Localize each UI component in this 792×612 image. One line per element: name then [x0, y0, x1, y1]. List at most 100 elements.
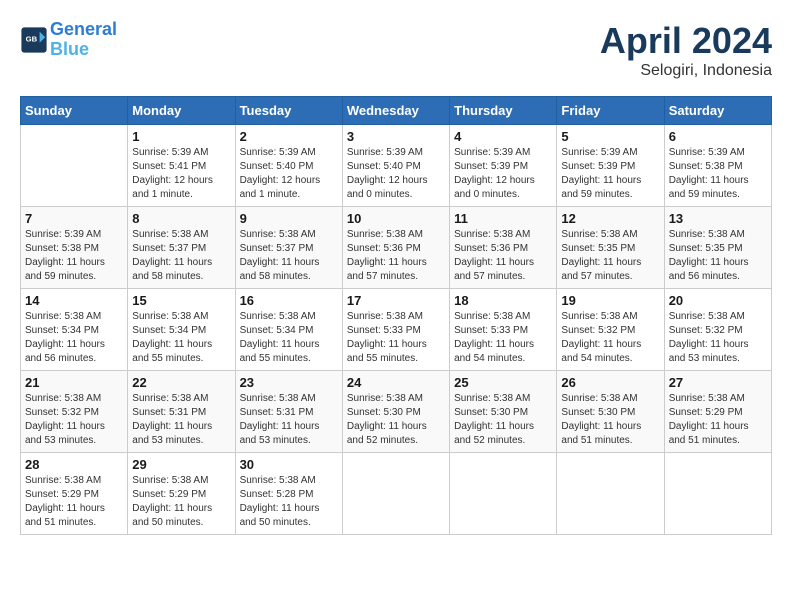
calendar-cell: 5 Sunrise: 5:39 AMSunset: 5:39 PMDayligh… — [557, 125, 664, 207]
day-info: Sunrise: 5:38 AMSunset: 5:37 PMDaylight:… — [132, 228, 230, 284]
calendar-cell: 27 Sunrise: 5:38 AMSunset: 5:29 PMDaylig… — [664, 371, 771, 453]
calendar-cell: 8 Sunrise: 5:38 AMSunset: 5:37 PMDayligh… — [128, 207, 235, 289]
day-number: 20 — [669, 293, 767, 308]
calendar-cell: 17 Sunrise: 5:38 AMSunset: 5:33 PMDaylig… — [342, 289, 449, 371]
day-info: Sunrise: 5:38 AMSunset: 5:34 PMDaylight:… — [240, 310, 338, 366]
weekday-header-wednesday: Wednesday — [342, 97, 449, 125]
day-info: Sunrise: 5:38 AMSunset: 5:29 PMDaylight:… — [25, 474, 123, 530]
day-info: Sunrise: 5:38 AMSunset: 5:35 PMDaylight:… — [561, 228, 659, 284]
day-number: 14 — [25, 293, 123, 308]
calendar-cell: 12 Sunrise: 5:38 AMSunset: 5:35 PMDaylig… — [557, 207, 664, 289]
weekday-header-row: SundayMondayTuesdayWednesdayThursdayFrid… — [21, 97, 772, 125]
calendar-cell: 6 Sunrise: 5:39 AMSunset: 5:38 PMDayligh… — [664, 125, 771, 207]
day-info: Sunrise: 5:39 AMSunset: 5:40 PMDaylight:… — [240, 146, 338, 202]
day-info: Sunrise: 5:39 AMSunset: 5:38 PMDaylight:… — [25, 228, 123, 284]
day-number: 25 — [454, 375, 552, 390]
calendar-cell: 2 Sunrise: 5:39 AMSunset: 5:40 PMDayligh… — [235, 125, 342, 207]
calendar-cell: 18 Sunrise: 5:38 AMSunset: 5:33 PMDaylig… — [450, 289, 557, 371]
day-number: 9 — [240, 211, 338, 226]
day-info: Sunrise: 5:38 AMSunset: 5:30 PMDaylight:… — [347, 392, 445, 448]
day-info: Sunrise: 5:39 AMSunset: 5:39 PMDaylight:… — [454, 146, 552, 202]
weekday-header-saturday: Saturday — [664, 97, 771, 125]
calendar-header: SundayMondayTuesdayWednesdayThursdayFrid… — [21, 97, 772, 125]
calendar-cell: 24 Sunrise: 5:38 AMSunset: 5:30 PMDaylig… — [342, 371, 449, 453]
day-info: Sunrise: 5:38 AMSunset: 5:32 PMDaylight:… — [25, 392, 123, 448]
day-info: Sunrise: 5:38 AMSunset: 5:32 PMDaylight:… — [561, 310, 659, 366]
week-row-3: 21 Sunrise: 5:38 AMSunset: 5:32 PMDaylig… — [21, 371, 772, 453]
logo-icon: GB — [20, 26, 48, 54]
calendar-cell: 23 Sunrise: 5:38 AMSunset: 5:31 PMDaylig… — [235, 371, 342, 453]
calendar-cell: 16 Sunrise: 5:38 AMSunset: 5:34 PMDaylig… — [235, 289, 342, 371]
day-number: 2 — [240, 129, 338, 144]
day-number: 27 — [669, 375, 767, 390]
day-number: 24 — [347, 375, 445, 390]
calendar-cell: 25 Sunrise: 5:38 AMSunset: 5:30 PMDaylig… — [450, 371, 557, 453]
weekday-header-thursday: Thursday — [450, 97, 557, 125]
day-info: Sunrise: 5:38 AMSunset: 5:29 PMDaylight:… — [132, 474, 230, 530]
calendar-cell: 21 Sunrise: 5:38 AMSunset: 5:32 PMDaylig… — [21, 371, 128, 453]
day-info: Sunrise: 5:38 AMSunset: 5:31 PMDaylight:… — [132, 392, 230, 448]
day-info: Sunrise: 5:38 AMSunset: 5:32 PMDaylight:… — [669, 310, 767, 366]
day-number: 22 — [132, 375, 230, 390]
week-row-0: 1 Sunrise: 5:39 AMSunset: 5:41 PMDayligh… — [21, 125, 772, 207]
logo: GB GeneralBlue — [20, 20, 117, 60]
calendar-cell: 13 Sunrise: 5:38 AMSunset: 5:35 PMDaylig… — [664, 207, 771, 289]
day-info: Sunrise: 5:38 AMSunset: 5:37 PMDaylight:… — [240, 228, 338, 284]
day-info: Sunrise: 5:38 AMSunset: 5:30 PMDaylight:… — [561, 392, 659, 448]
day-number: 5 — [561, 129, 659, 144]
calendar-cell: 7 Sunrise: 5:39 AMSunset: 5:38 PMDayligh… — [21, 207, 128, 289]
week-row-2: 14 Sunrise: 5:38 AMSunset: 5:34 PMDaylig… — [21, 289, 772, 371]
week-row-1: 7 Sunrise: 5:39 AMSunset: 5:38 PMDayligh… — [21, 207, 772, 289]
day-number: 19 — [561, 293, 659, 308]
day-number: 16 — [240, 293, 338, 308]
day-info: Sunrise: 5:38 AMSunset: 5:34 PMDaylight:… — [25, 310, 123, 366]
calendar-body: 1 Sunrise: 5:39 AMSunset: 5:41 PMDayligh… — [21, 125, 772, 535]
day-info: Sunrise: 5:39 AMSunset: 5:39 PMDaylight:… — [561, 146, 659, 202]
day-info: Sunrise: 5:38 AMSunset: 5:30 PMDaylight:… — [454, 392, 552, 448]
calendar-cell: 10 Sunrise: 5:38 AMSunset: 5:36 PMDaylig… — [342, 207, 449, 289]
day-number: 13 — [669, 211, 767, 226]
svg-text:GB: GB — [26, 34, 38, 43]
day-number: 15 — [132, 293, 230, 308]
day-number: 17 — [347, 293, 445, 308]
day-info: Sunrise: 5:38 AMSunset: 5:33 PMDaylight:… — [454, 310, 552, 366]
calendar-cell: 15 Sunrise: 5:38 AMSunset: 5:34 PMDaylig… — [128, 289, 235, 371]
day-number: 23 — [240, 375, 338, 390]
calendar-cell — [21, 125, 128, 207]
calendar-cell: 14 Sunrise: 5:38 AMSunset: 5:34 PMDaylig… — [21, 289, 128, 371]
day-number: 11 — [454, 211, 552, 226]
day-info: Sunrise: 5:38 AMSunset: 5:36 PMDaylight:… — [347, 228, 445, 284]
week-row-4: 28 Sunrise: 5:38 AMSunset: 5:29 PMDaylig… — [21, 453, 772, 535]
day-info: Sunrise: 5:39 AMSunset: 5:40 PMDaylight:… — [347, 146, 445, 202]
calendar-cell: 30 Sunrise: 5:38 AMSunset: 5:28 PMDaylig… — [235, 453, 342, 535]
day-number: 29 — [132, 457, 230, 472]
day-number: 12 — [561, 211, 659, 226]
day-number: 26 — [561, 375, 659, 390]
day-info: Sunrise: 5:38 AMSunset: 5:28 PMDaylight:… — [240, 474, 338, 530]
calendar-cell: 26 Sunrise: 5:38 AMSunset: 5:30 PMDaylig… — [557, 371, 664, 453]
page-header: GB GeneralBlue April 2024 Selogiri, Indo… — [20, 20, 772, 80]
day-number: 6 — [669, 129, 767, 144]
day-info: Sunrise: 5:38 AMSunset: 5:33 PMDaylight:… — [347, 310, 445, 366]
day-number: 4 — [454, 129, 552, 144]
month-title: April 2024 — [600, 20, 772, 62]
calendar-cell: 1 Sunrise: 5:39 AMSunset: 5:41 PMDayligh… — [128, 125, 235, 207]
day-number: 21 — [25, 375, 123, 390]
day-number: 30 — [240, 457, 338, 472]
calendar-cell: 3 Sunrise: 5:39 AMSunset: 5:40 PMDayligh… — [342, 125, 449, 207]
calendar-cell: 4 Sunrise: 5:39 AMSunset: 5:39 PMDayligh… — [450, 125, 557, 207]
weekday-header-sunday: Sunday — [21, 97, 128, 125]
day-number: 10 — [347, 211, 445, 226]
calendar-cell: 9 Sunrise: 5:38 AMSunset: 5:37 PMDayligh… — [235, 207, 342, 289]
location: Selogiri, Indonesia — [600, 62, 772, 80]
weekday-header-monday: Monday — [128, 97, 235, 125]
day-info: Sunrise: 5:38 AMSunset: 5:35 PMDaylight:… — [669, 228, 767, 284]
day-number: 18 — [454, 293, 552, 308]
calendar-cell: 11 Sunrise: 5:38 AMSunset: 5:36 PMDaylig… — [450, 207, 557, 289]
calendar-cell: 20 Sunrise: 5:38 AMSunset: 5:32 PMDaylig… — [664, 289, 771, 371]
day-info: Sunrise: 5:38 AMSunset: 5:31 PMDaylight:… — [240, 392, 338, 448]
calendar-cell — [557, 453, 664, 535]
day-number: 3 — [347, 129, 445, 144]
calendar-cell: 29 Sunrise: 5:38 AMSunset: 5:29 PMDaylig… — [128, 453, 235, 535]
calendar-cell — [664, 453, 771, 535]
